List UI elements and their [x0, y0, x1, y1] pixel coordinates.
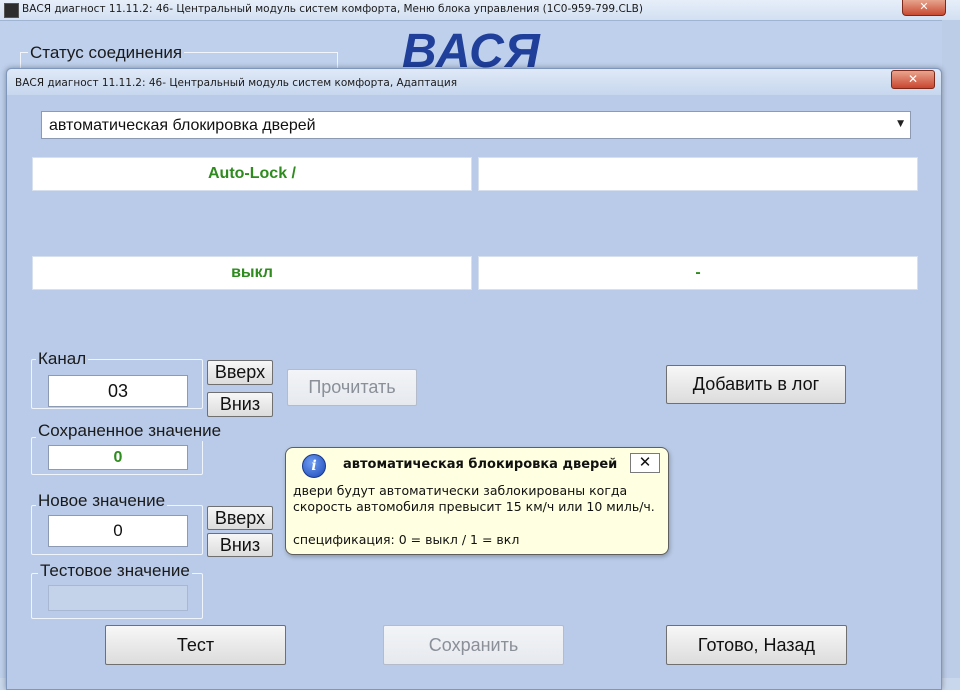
new-value-input[interactable]: 0: [48, 515, 188, 547]
tooltip-close-button[interactable]: ✕: [630, 453, 660, 473]
read-button[interactable]: Прочитать: [287, 369, 417, 406]
dialog-content: автоматическая блокировка дверей ▼ Auto-…: [13, 95, 935, 685]
channel-up-button[interactable]: Вверх: [207, 360, 273, 385]
readout-top-right: [478, 157, 918, 191]
tooltip-text-line-2: скорость автомобиля превысит 15 км/ч или…: [293, 499, 655, 514]
new-value-up-button[interactable]: Вверх: [207, 506, 273, 530]
dialog-close-button[interactable]: ✕: [891, 70, 935, 89]
function-select-value: автоматическая блокировка дверей: [49, 117, 316, 134]
adaptation-function-select[interactable]: автоматическая блокировка дверей ▼: [41, 111, 911, 139]
chevron-down-icon: ▼: [897, 119, 904, 129]
new-value-label: Новое значение: [36, 491, 168, 511]
test-value-label: Тестовое значение: [38, 561, 192, 581]
connection-status-label: Статус соединения: [28, 43, 185, 63]
done-back-button[interactable]: Готово, Назад: [666, 625, 847, 665]
background-window-title: ВАСЯ диагност 11.11.2: 46- Центральный м…: [22, 3, 643, 15]
test-value-field: [48, 585, 188, 611]
channel-down-button[interactable]: Вниз: [207, 392, 273, 417]
readout-bottom-left: выкл: [32, 256, 472, 290]
background-close-button[interactable]: ✕: [902, 0, 946, 16]
channel-input[interactable]: 03: [48, 375, 188, 407]
readout-top-left: Auto-Lock /: [32, 157, 472, 191]
test-button[interactable]: Тест: [105, 625, 286, 665]
tooltip-title: автоматическая блокировка дверей: [343, 457, 618, 472]
info-icon: i: [302, 454, 326, 478]
save-button[interactable]: Сохранить: [383, 625, 564, 665]
background-title-bar: ВАСЯ диагност 11.11.2: 46- Центральный м…: [0, 0, 960, 21]
new-value-down-button[interactable]: Вниз: [207, 533, 273, 557]
readout-bottom-right: -: [478, 256, 918, 290]
tooltip-text-line-1: двери будут автоматически заблокированы …: [293, 483, 628, 498]
adaptation-dialog: ВАСЯ диагност 11.11.2: 46- Центральный м…: [6, 68, 942, 690]
dialog-title: ВАСЯ диагност 11.11.2: 46- Центральный м…: [15, 77, 458, 89]
saved-value-label: Сохраненное значение: [36, 421, 224, 441]
background-edge: [942, 20, 960, 678]
add-to-log-button[interactable]: Добавить в лог: [666, 365, 846, 404]
info-tooltip: i автоматическая блокировка дверей ✕ две…: [285, 447, 669, 555]
tooltip-text-line-3: спецификация: 0 = выкл / 1 = вкл: [293, 532, 520, 547]
app-icon: [4, 3, 19, 18]
channel-label: Канал: [36, 349, 89, 369]
dialog-title-bar: ВАСЯ диагност 11.11.2: 46- Центральный м…: [7, 69, 941, 95]
saved-value-field: 0: [48, 445, 188, 470]
